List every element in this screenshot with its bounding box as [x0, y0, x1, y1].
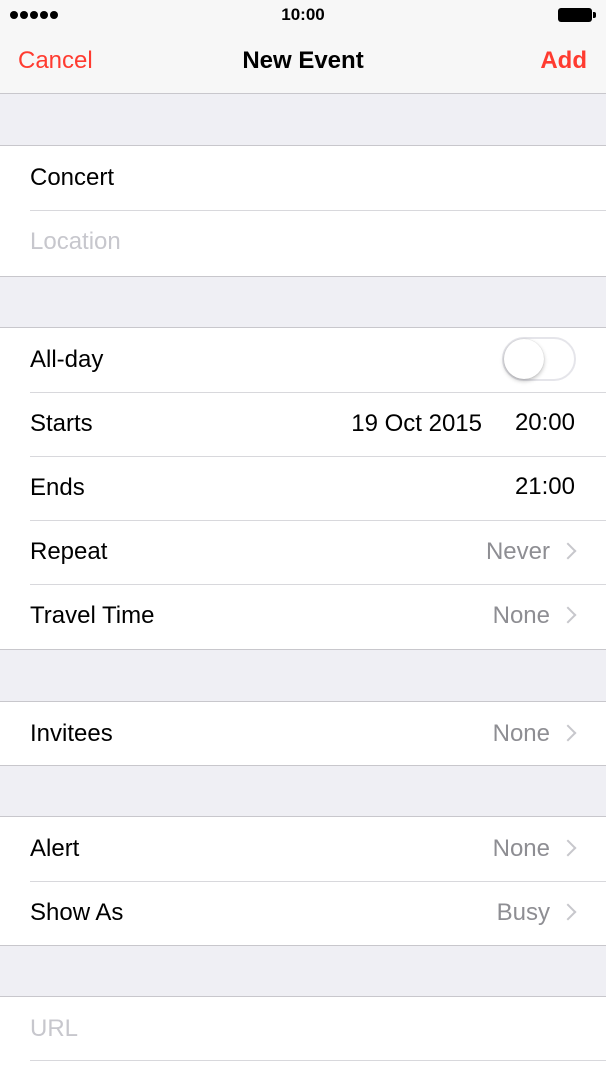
chevron-right-icon [559, 839, 577, 857]
invitees-label: Invitees [30, 720, 113, 747]
ends-row[interactable]: Ends 21:00 [0, 456, 606, 520]
all-day-label: All-day [30, 346, 104, 373]
travel-time-label: Travel Time [30, 602, 155, 629]
add-button[interactable]: Add [540, 47, 587, 75]
url-group: URL [0, 996, 606, 1077]
ends-label: Ends [30, 474, 85, 501]
travel-time-row[interactable]: Travel Time None [0, 584, 606, 648]
location-input[interactable]: Location [30, 228, 121, 256]
toggle-knob [504, 339, 544, 379]
repeat-label: Repeat [30, 538, 108, 565]
navigation-bar: Cancel New Event Add [0, 30, 606, 94]
alert-group: Alert None Show As Busy [0, 816, 606, 946]
chevron-right-icon [559, 903, 577, 921]
all-day-row: All-day [0, 328, 606, 392]
starts-time: 20:00 [514, 409, 575, 436]
status-bar: 10:00 [0, 0, 606, 30]
repeat-value: Never [485, 538, 550, 565]
ends-time: 21:00 [514, 473, 575, 500]
starts-label: Starts [30, 410, 93, 437]
title-field[interactable]: Concert [0, 146, 606, 210]
show-as-row[interactable]: Show As Busy [0, 881, 606, 945]
url-field[interactable]: URL [0, 997, 606, 1061]
starts-row[interactable]: Starts 19 Oct 2015 20:00 [0, 392, 606, 456]
invitees-row[interactable]: Invitees None [0, 702, 606, 766]
alert-label: Alert [30, 835, 80, 862]
chevron-right-icon [559, 606, 577, 624]
schedule-group: All-day Starts 19 Oct 2015 20:00 Ends 21… [0, 327, 606, 650]
title-input[interactable]: Concert [30, 164, 114, 192]
url-input[interactable]: URL [30, 1015, 78, 1043]
event-details-group: Concert Location [0, 145, 606, 277]
page-title: New Event [242, 47, 364, 74]
invitees-group: Invitees None [0, 701, 606, 766]
invitees-value: None [492, 720, 550, 747]
show-as-label: Show As [30, 899, 124, 926]
location-field[interactable]: Location [0, 210, 606, 274]
status-time: 10:00 [281, 5, 325, 24]
battery-icon [558, 8, 596, 22]
repeat-row[interactable]: Repeat Never [0, 520, 606, 584]
alert-value: None [492, 835, 550, 862]
show-as-value: Busy [496, 899, 550, 926]
alert-row[interactable]: Alert None [0, 817, 606, 881]
chevron-right-icon [559, 542, 577, 560]
travel-time-value: None [492, 602, 550, 629]
all-day-toggle[interactable] [502, 337, 576, 381]
starts-date: 19 Oct 2015 [351, 410, 482, 437]
chevron-right-icon [559, 724, 577, 742]
